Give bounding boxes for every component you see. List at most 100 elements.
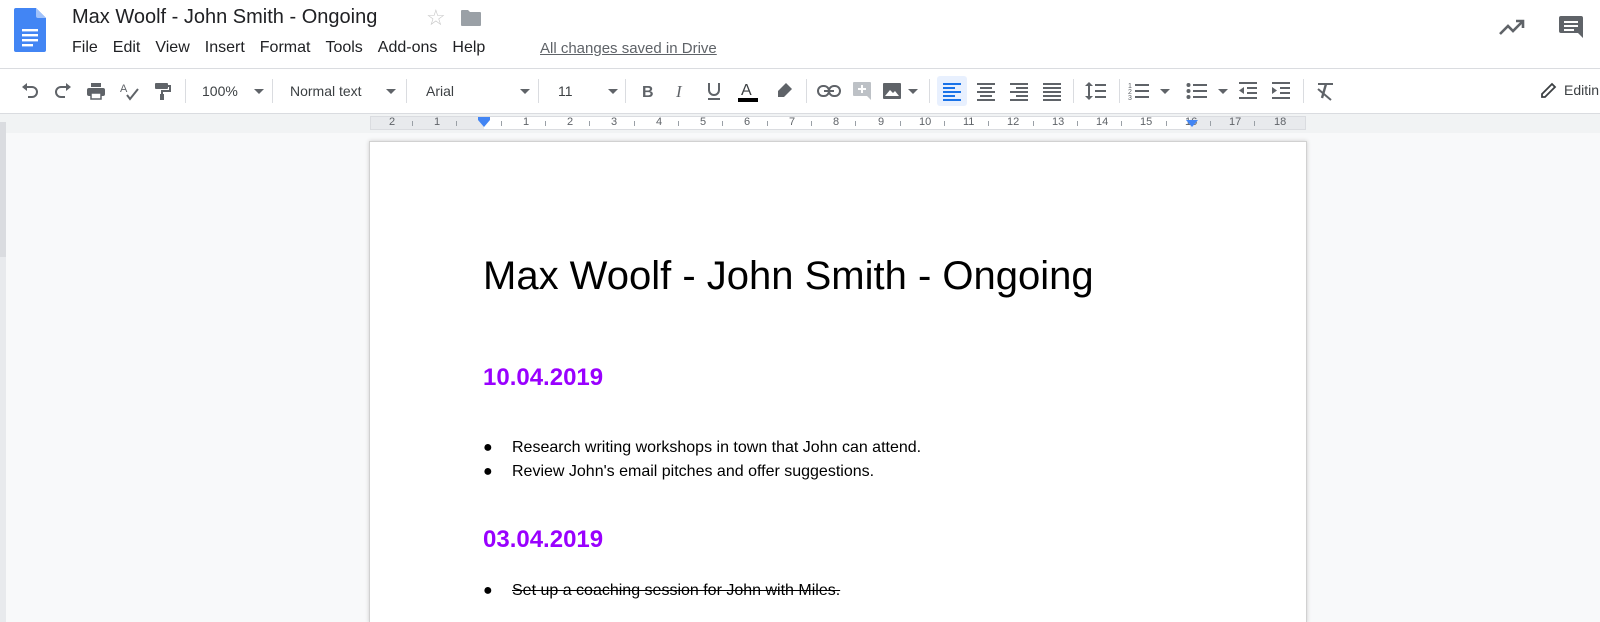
menu-file[interactable]: File — [72, 39, 98, 61]
add-comment-icon — [853, 82, 871, 100]
editing-mode-label: Editin — [1564, 82, 1600, 98]
svg-text:I: I — [675, 82, 683, 101]
zoom-select[interactable]: 100% — [194, 79, 264, 103]
folder-icon[interactable] — [460, 9, 482, 27]
insert-link-button[interactable] — [816, 79, 842, 103]
ruler-label: 15 — [1140, 116, 1153, 128]
document-page[interactable]: Max Woolf - John Smith - Ongoing 10.04.2… — [370, 142, 1306, 622]
document-title[interactable]: Max Woolf - John Smith - Ongoing — [72, 6, 377, 29]
save-status-link[interactable]: All changes saved in Drive — [540, 40, 717, 57]
spellcheck-button[interactable]: A — [117, 79, 141, 103]
highlight-icon — [778, 83, 792, 97]
docs-logo-icon[interactable] — [14, 8, 46, 52]
date-heading: 03.04.2019 — [483, 526, 604, 553]
ruler-tick — [1121, 121, 1122, 126]
left-indent-marker[interactable] — [478, 120, 490, 127]
ruler-label: 2 — [389, 116, 396, 128]
font-value: Arial — [426, 83, 455, 99]
highlight-button[interactable] — [772, 79, 796, 103]
underline-button[interactable] — [702, 79, 726, 103]
menu-edit[interactable]: Edit — [113, 39, 141, 61]
font-size-select[interactable]: 11 — [546, 79, 618, 103]
style-select[interactable]: Normal text — [280, 79, 396, 103]
align-center-icon — [977, 83, 995, 101]
align-left-button[interactable] — [937, 76, 967, 106]
increase-indent-button[interactable] — [1269, 79, 1293, 103]
horizontal-ruler[interactable]: 2 1 1 2 3 4 5 6 7 8 9 10 11 12 13 14 15 … — [370, 116, 1306, 130]
italic-button[interactable]: I — [669, 79, 693, 103]
print-button[interactable] — [84, 79, 108, 103]
ruler-label: 14 — [1096, 116, 1109, 128]
trending-icon[interactable] — [1498, 16, 1526, 38]
align-right-button[interactable] — [1007, 79, 1031, 103]
add-comment-button[interactable] — [850, 79, 874, 103]
link-icon — [817, 85, 841, 97]
font-size-value: 11 — [558, 83, 573, 99]
font-select[interactable]: Arial — [414, 79, 530, 103]
ruler-label: 7 — [789, 116, 796, 128]
paint-format-button[interactable] — [150, 79, 174, 103]
comment-icon[interactable] — [1558, 14, 1584, 40]
clear-formatting-button[interactable] — [1313, 79, 1337, 103]
ruler-tick — [1210, 121, 1211, 126]
text-color-icon: A — [738, 82, 758, 102]
chevron-down-icon — [1218, 88, 1228, 94]
numbered-list-button[interactable]: 123 — [1128, 79, 1170, 103]
ruler-label: 6 — [744, 116, 751, 128]
toolbar-separator — [1119, 79, 1120, 103]
undo-button[interactable] — [18, 79, 42, 103]
ruler-tick — [545, 121, 546, 126]
increase-indent-icon — [1272, 82, 1290, 99]
decrease-indent-button[interactable] — [1236, 79, 1260, 103]
menu-view[interactable]: View — [155, 39, 189, 61]
list-item: ● Review John's email pitches and offer … — [483, 463, 875, 481]
bulleted-list-button[interactable] — [1186, 79, 1228, 103]
ruler-left-margin — [371, 117, 484, 129]
justify-button[interactable] — [1040, 79, 1064, 103]
vertical-ruler-margin — [0, 122, 6, 257]
text-color-button[interactable]: A — [735, 79, 761, 103]
ruler-label: 8 — [833, 116, 840, 128]
ruler-tick — [412, 121, 413, 126]
ruler-label: 2 — [567, 116, 574, 128]
ruler-label: 11 — [963, 116, 975, 128]
ruler-tick — [501, 121, 502, 126]
align-left-icon — [943, 83, 961, 101]
bold-icon: B — [642, 84, 654, 101]
line-spacing-button[interactable] — [1083, 79, 1109, 103]
ruler-label: 3 — [611, 116, 618, 128]
insert-image-button[interactable] — [882, 79, 918, 103]
ruler-label: 1 — [523, 116, 530, 128]
list-item-text: Set up a coaching session for John with … — [512, 582, 841, 599]
ruler-label: 4 — [656, 116, 663, 128]
align-center-button[interactable] — [974, 79, 998, 103]
list-item: ● Research writing workshops in town tha… — [483, 439, 921, 457]
ruler-label: 5 — [700, 116, 707, 128]
toolbar: A 100% Normal text Arial 11 B I A 1 2 3 … — [0, 68, 1600, 114]
menu-format[interactable]: Format — [260, 39, 311, 61]
italic-icon: I — [675, 82, 683, 101]
editing-mode-button[interactable]: Editin — [1540, 81, 1599, 99]
toolbar-separator — [929, 79, 930, 103]
app-header: Max Woolf - John Smith - Ongoing ☆ File … — [0, 0, 1600, 68]
chevron-down-icon — [254, 88, 264, 94]
menu-help[interactable]: Help — [452, 39, 485, 61]
redo-button[interactable] — [51, 79, 75, 103]
ruler-label: 17 — [1229, 116, 1242, 128]
ruler-tick — [811, 121, 812, 126]
bullet-icon: ● — [483, 463, 493, 480]
align-right-icon — [1010, 83, 1028, 101]
zoom-value: 100% — [202, 83, 238, 99]
chevron-down-icon — [908, 88, 918, 94]
menu-insert[interactable]: Insert — [205, 39, 245, 61]
right-indent-marker[interactable] — [1186, 120, 1198, 127]
ruler-tick — [900, 121, 901, 126]
list-item-text: Review John's email pitches and offer su… — [512, 463, 875, 480]
menu-addons[interactable]: Add-ons — [378, 39, 438, 61]
menu-bar: File Edit View Insert Format Tools Add-o… — [72, 39, 500, 61]
undo-icon — [22, 83, 38, 98]
bold-button[interactable]: B — [636, 79, 660, 103]
star-icon[interactable]: ☆ — [426, 5, 446, 31]
menu-tools[interactable]: Tools — [325, 39, 362, 61]
numbered-list-icon: 123 — [1128, 83, 1149, 101]
